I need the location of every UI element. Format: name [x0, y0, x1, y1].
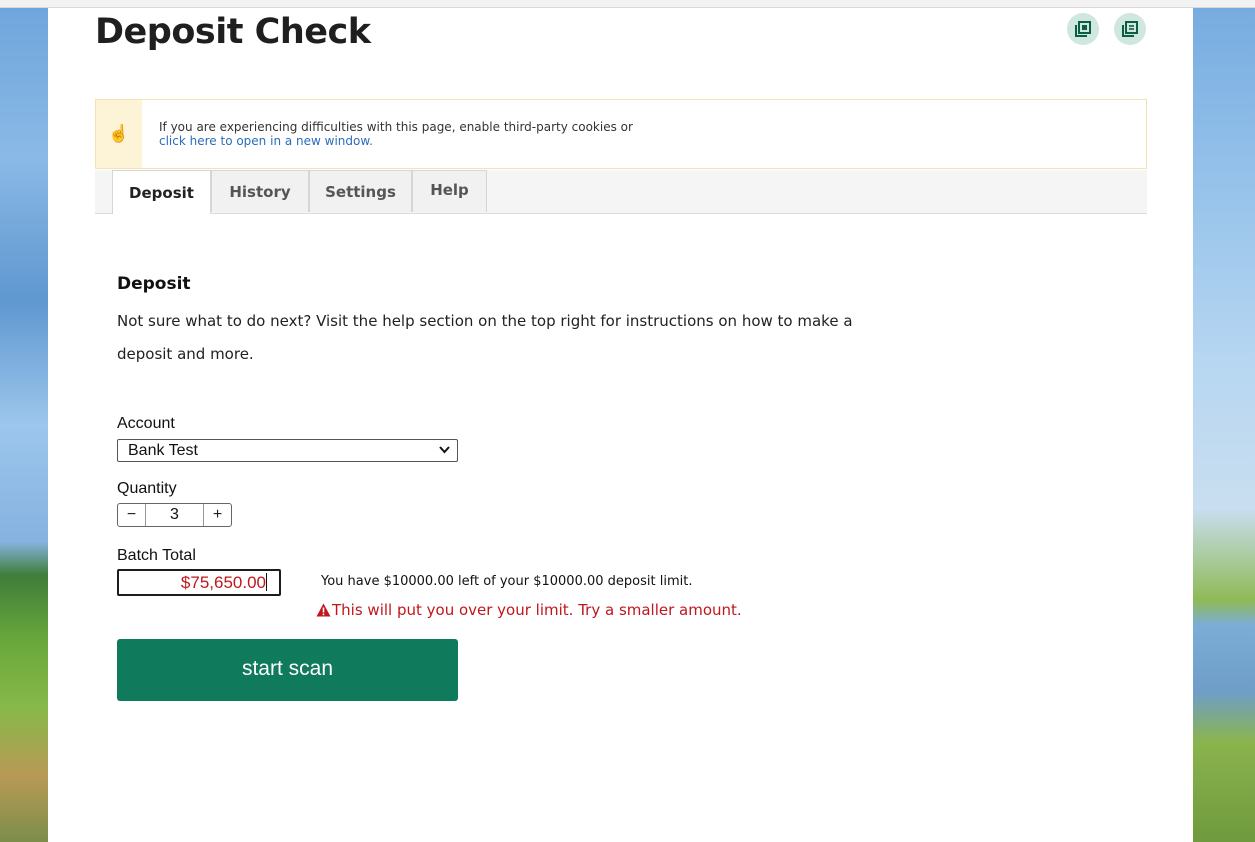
deposit-limit-text: You have $10000.00 left of your $10000.0…	[321, 574, 693, 589]
chevron-down-icon	[439, 446, 450, 454]
start-scan-button[interactable]: start scan	[117, 639, 458, 701]
batch-total-value: $75,650.00	[180, 573, 266, 592]
account-select[interactable]: Bank Test	[117, 439, 458, 462]
section-title: Deposit	[117, 274, 191, 294]
cookie-notice: ☝ If you are experiencing difficulties w…	[95, 99, 1147, 169]
notice-message: If you are experiencing difficulties wit…	[159, 120, 633, 134]
document-list-icon-glyph	[1122, 21, 1138, 37]
quantity-decrement-button[interactable]: −	[118, 504, 145, 526]
tab-deposit[interactable]: Deposit	[112, 170, 211, 214]
account-selected-value: Bank Test	[128, 442, 198, 459]
quantity-increment-button[interactable]: +	[204, 504, 231, 526]
hand-pointer-icon: ☝	[96, 100, 142, 168]
text-caret	[266, 573, 267, 591]
section-description: Not sure what to do next? Visit the help…	[117, 312, 853, 363]
tab-help[interactable]: Help	[412, 170, 487, 212]
tab-history[interactable]: History	[211, 170, 309, 212]
open-new-window-link[interactable]: click here to open in a new window.	[159, 134, 373, 148]
tab-bar: Deposit History Settings Help	[95, 170, 1147, 214]
over-limit-warning: This will put you over your limit. Try a…	[316, 601, 742, 619]
notice-text: If you are experiencing difficulties wit…	[159, 120, 633, 148]
quantity-input[interactable]: 3	[145, 504, 204, 526]
page-title: Deposit Check	[95, 12, 371, 52]
warning-icon	[316, 603, 331, 617]
batch-total-input[interactable]: $75,650.00	[117, 569, 281, 596]
quantity-label: Quantity	[117, 480, 177, 497]
popout-icon-glyph	[1075, 21, 1091, 37]
account-label: Account	[117, 415, 175, 432]
document-list-icon[interactable]	[1114, 13, 1146, 45]
background-landscape-right	[1193, 8, 1255, 842]
tab-settings[interactable]: Settings	[309, 170, 412, 212]
background-landscape-left	[0, 8, 48, 842]
warning-text: This will put you over your limit. Try a…	[332, 601, 742, 619]
quantity-stepper: − 3 +	[117, 503, 232, 527]
browser-top-edge	[0, 0, 1255, 8]
popout-icon[interactable]	[1067, 13, 1099, 45]
batch-total-label: Batch Total	[117, 547, 196, 564]
